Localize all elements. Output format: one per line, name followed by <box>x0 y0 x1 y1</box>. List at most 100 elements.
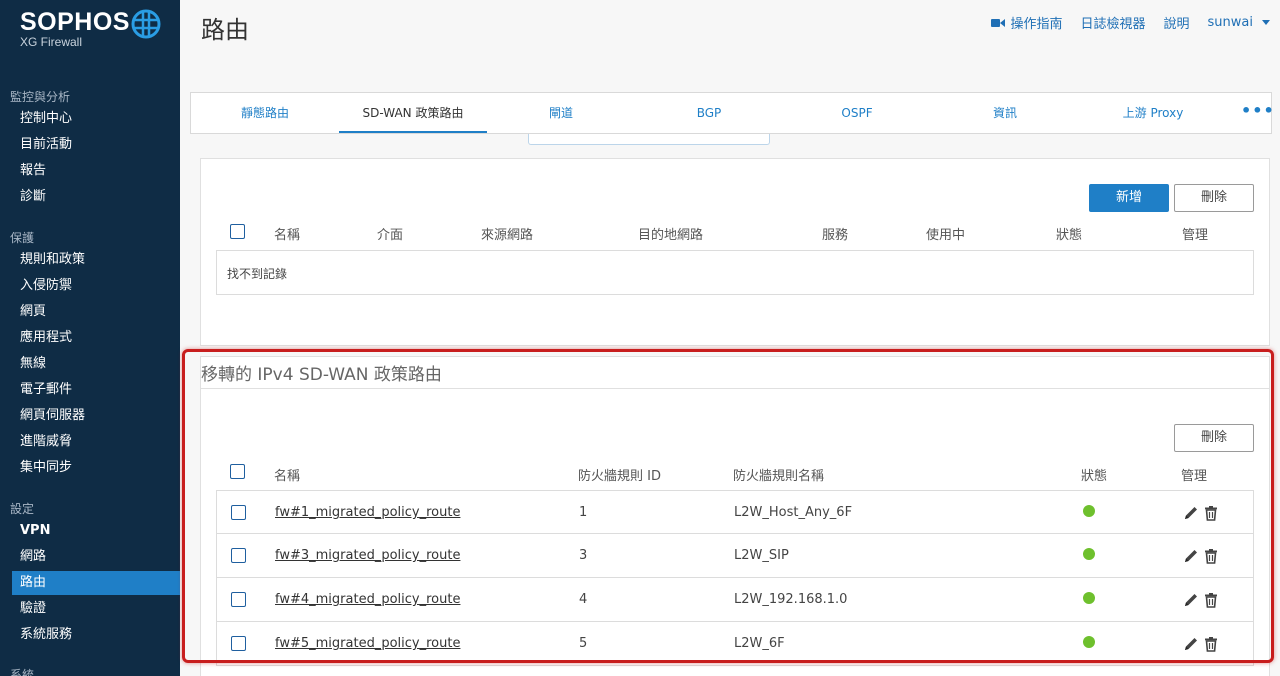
migrated-column-header-rule-name[interactable]: 防火牆規則名稱 <box>733 465 824 484</box>
column-header-manage: 管理 <box>1182 228 1209 243</box>
pencil-icon[interactable] <box>1183 636 1199 652</box>
trash-icon[interactable] <box>1203 592 1219 608</box>
sidebar-item-diagnostics[interactable]: 診斷 <box>12 185 180 209</box>
rule-name: L2W_Host_Any_6F <box>734 505 853 520</box>
sidebar-item-email[interactable]: 電子郵件 <box>12 378 180 402</box>
row-checkbox[interactable] <box>231 636 246 651</box>
trash-icon[interactable] <box>1203 505 1219 521</box>
select-all-checkbox[interactable] <box>230 224 245 239</box>
add-button[interactable]: 新增 <box>1089 184 1169 212</box>
migrated-select-all-checkbox[interactable] <box>230 464 245 479</box>
sidebar-item-intrusion-prevention[interactable]: 入侵防禦 <box>12 274 180 298</box>
rule-name: L2W_SIP <box>734 548 789 563</box>
globe-logo-icon <box>131 9 161 39</box>
sidebar: SOPHOS XG Firewall 監控與分析 控制中心 目前活動 報告 診斷… <box>0 0 180 676</box>
sidebar-item-system-services[interactable]: 系統服務 <box>12 623 180 647</box>
migrated-section-heading: 移轉的 IPv4 SD-WAN 政策路由 <box>201 365 442 385</box>
table-row: fw#1_migrated_policy_route 1 L2W_Host_An… <box>216 490 1254 534</box>
log-viewer-link[interactable]: 日誌檢視器 <box>1081 13 1146 32</box>
brand: SOPHOS XG Firewall <box>20 8 130 49</box>
sidebar-item-authentication[interactable]: 驗證 <box>12 597 180 621</box>
column-header-destination-network[interactable]: 目的地網路 <box>638 224 703 243</box>
migrated-delete-button[interactable]: 刪除 <box>1174 424 1254 452</box>
sidebar-section-configure: 設定 <box>10 502 35 516</box>
tab-static-routes[interactable]: 靜態路由 <box>201 93 329 133</box>
sidebar-section-monitor: 監控與分析 <box>10 90 71 104</box>
guide-label: 操作指南 <box>1010 17 1063 32</box>
video-camera-icon <box>991 18 1006 27</box>
top-links: 操作指南 日誌檢視器 說明 sunwai <box>991 13 1270 32</box>
rule-id: 1 <box>579 505 588 520</box>
migrated-column-header-rule-id[interactable]: 防火牆規則 ID <box>578 465 661 484</box>
rule-name: L2W_192.168.1.0 <box>734 592 848 607</box>
column-header-source-network[interactable]: 來源網路 <box>481 224 533 243</box>
sidebar-item-vpn[interactable]: VPN <box>12 519 180 543</box>
migrated-column-header-manage: 管理 <box>1181 469 1208 484</box>
row-checkbox[interactable] <box>231 505 246 520</box>
tab-gateways[interactable]: 閘道 <box>497 93 625 133</box>
table-row: fw#4_migrated_policy_route 4 L2W_192.168… <box>216 578 1254 622</box>
column-header-service[interactable]: 服務 <box>822 224 848 243</box>
sidebar-item-routing[interactable]: 路由 <box>12 571 180 595</box>
sidebar-item-reports[interactable]: 報告 <box>12 159 180 183</box>
more-dots-icon[interactable]: ••• <box>1241 93 1275 133</box>
brand-subtitle: XG Firewall <box>20 35 83 49</box>
empty-table-row: 找不到記錄 <box>216 250 1254 295</box>
help-label: 說明 <box>1163 17 1190 32</box>
tab-sdwan-policy-routes[interactable]: SD-WAN 政策路由 <box>339 93 487 133</box>
column-header-interface[interactable]: 介面 <box>377 224 403 243</box>
tab-bar: 靜態路由 SD-WAN 政策路由 閘道 BGP OSPF 資訊 上游 Proxy… <box>190 92 1275 134</box>
search-box-fragment <box>528 134 770 145</box>
page-title: 路由 <box>201 16 249 44</box>
column-header-in-use[interactable]: 使用中 <box>926 224 965 243</box>
guide-link[interactable]: 操作指南 <box>991 13 1063 32</box>
status-active-dot <box>1083 592 1095 604</box>
sidebar-item-current-activity[interactable]: 目前活動 <box>12 133 180 157</box>
row-checkbox[interactable] <box>231 592 246 607</box>
sidebar-section-protect: 保護 <box>10 231 35 245</box>
pencil-icon[interactable] <box>1183 592 1199 608</box>
sidebar-item-network[interactable]: 網路 <box>12 545 180 569</box>
rule-id: 4 <box>579 592 588 607</box>
status-active-dot <box>1083 505 1095 517</box>
empty-table-text: 找不到記錄 <box>227 267 288 281</box>
sidebar-item-web-server[interactable]: 網頁伺服器 <box>12 404 180 428</box>
status-active-dot <box>1083 636 1095 648</box>
route-name-link[interactable]: fw#3_migrated_policy_route <box>275 548 460 563</box>
route-name-link[interactable]: fw#4_migrated_policy_route <box>275 592 460 607</box>
sidebar-item-applications[interactable]: 應用程式 <box>12 326 180 350</box>
pencil-icon[interactable] <box>1183 505 1199 521</box>
sidebar-item-central-sync[interactable]: 集中同步 <box>12 456 180 480</box>
table-row: fw#5_migrated_policy_route 5 L2W_6F <box>216 622 1254 666</box>
status-active-dot <box>1083 548 1095 560</box>
sidebar-item-wireless[interactable]: 無線 <box>12 352 180 376</box>
log-viewer-label: 日誌檢視器 <box>1080 17 1146 32</box>
migrated-column-header-name[interactable]: 名稱 <box>274 465 300 484</box>
row-checkbox[interactable] <box>231 548 246 563</box>
user-name: sunwai <box>1207 15 1253 30</box>
user-menu[interactable]: sunwai <box>1208 15 1270 30</box>
rule-name: L2W_6F <box>734 636 785 651</box>
migrated-column-header-status[interactable]: 狀態 <box>1081 465 1107 484</box>
sidebar-item-web[interactable]: 網頁 <box>12 300 180 324</box>
delete-button[interactable]: 刪除 <box>1174 184 1254 212</box>
brand-name: SOPHOS <box>20 8 130 36</box>
route-name-link[interactable]: fw#1_migrated_policy_route <box>275 505 460 520</box>
tab-upstream-proxy[interactable]: 上游 Proxy <box>1089 93 1217 133</box>
chevron-down-icon <box>1262 20 1270 25</box>
sidebar-section-system: 系統 <box>10 668 35 676</box>
trash-icon[interactable] <box>1203 636 1219 652</box>
tab-bgp[interactable]: BGP <box>645 93 773 133</box>
route-name-link[interactable]: fw#5_migrated_policy_route <box>275 636 460 651</box>
column-header-name[interactable]: 名稱 <box>274 224 300 243</box>
trash-icon[interactable] <box>1203 548 1219 564</box>
sidebar-item-rules-policies[interactable]: 規則和政策 <box>12 248 180 272</box>
pencil-icon[interactable] <box>1183 548 1199 564</box>
sidebar-item-advanced-threat[interactable]: 進階威脅 <box>12 430 180 454</box>
rule-id: 5 <box>579 636 588 651</box>
tab-information[interactable]: 資訊 <box>941 93 1069 133</box>
column-header-status[interactable]: 狀態 <box>1056 224 1082 243</box>
help-link[interactable]: 說明 <box>1164 13 1190 32</box>
tab-ospf[interactable]: OSPF <box>793 93 921 133</box>
sidebar-item-control-center[interactable]: 控制中心 <box>12 107 180 131</box>
